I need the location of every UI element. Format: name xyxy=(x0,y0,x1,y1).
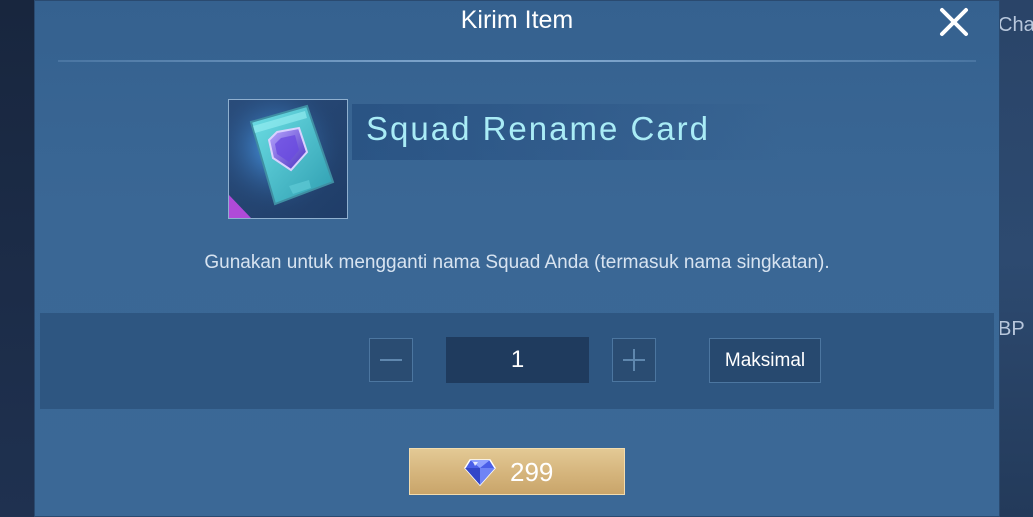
background-left-panel xyxy=(0,0,34,517)
quantity-input[interactable]: 1 xyxy=(446,337,589,383)
background-label-bp: BP xyxy=(998,318,1025,340)
close-button[interactable] xyxy=(936,4,972,40)
max-quantity-button[interactable]: Maksimal xyxy=(709,338,821,383)
squad-rename-card-icon xyxy=(229,100,347,218)
item-description: Gunakan untuk mengganti nama Squad Anda … xyxy=(204,252,830,273)
diamond-icon xyxy=(464,459,496,486)
title-divider xyxy=(58,60,976,62)
price-label: 299 xyxy=(510,457,554,487)
item-name: Squad Rename Card xyxy=(366,110,711,147)
background-label-chat: Cha xyxy=(998,14,1033,36)
decrease-quantity-button[interactable] xyxy=(369,338,413,382)
background-right-panel xyxy=(1000,0,1033,517)
increase-quantity-button[interactable] xyxy=(612,338,656,382)
close-icon xyxy=(940,8,968,36)
purchase-button[interactable]: 299 xyxy=(409,448,625,495)
item-icon-frame xyxy=(228,99,348,219)
dialog-title: Kirim Item xyxy=(460,6,574,34)
send-item-dialog: Kirim Item Squad Rename Card Gunakan unt… xyxy=(34,0,1000,517)
minus-icon xyxy=(380,359,402,361)
